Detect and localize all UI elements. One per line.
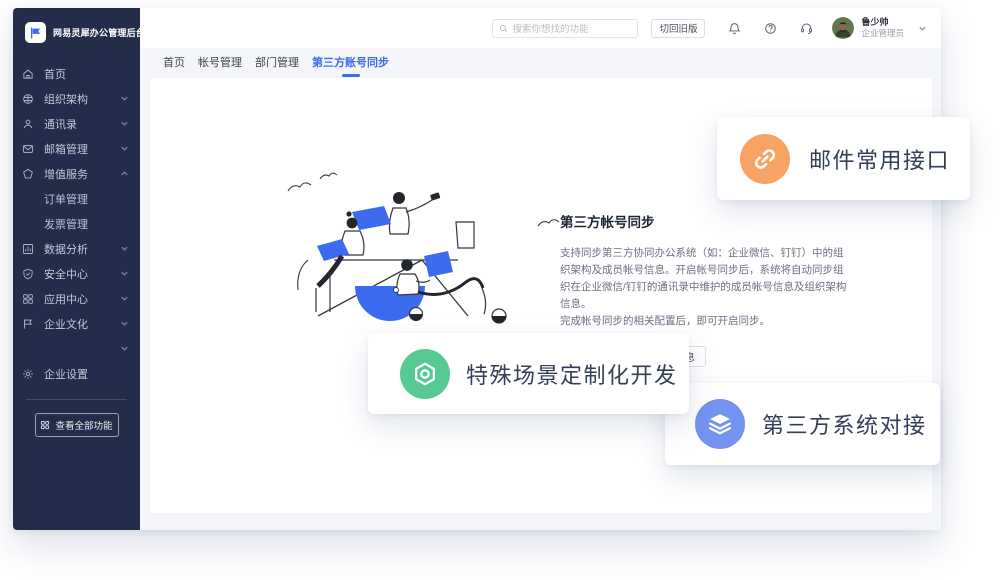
sidebar-item-12[interactable]: 企业设置 (13, 361, 140, 386)
panel-title: 第三方帐号同步 (560, 215, 655, 230)
view-all-features-button[interactable]: 查看全部功能 (34, 413, 119, 437)
feature-card-1[interactable]: 邮件常用接口 (717, 117, 970, 200)
feature-card-label: 邮件常用接口 (809, 147, 951, 173)
chevron-down-icon (120, 94, 129, 103)
culture-icon (22, 318, 34, 330)
sidebar-menu: 首页组织架构通讯录邮箱管理增值服务订单管理发票管理数据分析安全中心应用中心企业文… (13, 61, 140, 386)
sidebar-item-label: 企业设置 (44, 368, 88, 381)
contacts-icon (22, 118, 34, 130)
chevron-down-icon (120, 344, 129, 353)
sidebar-item-label: 首页 (44, 68, 66, 81)
sidebar-item-10[interactable]: 企业文化 (13, 311, 140, 336)
bell-icon[interactable] (728, 22, 741, 35)
tab-label: 部门管理 (255, 57, 299, 69)
shield-icon (22, 268, 34, 280)
brand-title: 网易灵犀办公管理后台 (53, 28, 146, 38)
sidebar-item-6[interactable]: 发票管理 (13, 211, 140, 236)
page: { "colors": { "sidebar_bg": "#232D49", "… (0, 0, 1000, 580)
brand-flag-icon (25, 22, 46, 43)
sidebar-item-label: 应用中心 (44, 293, 88, 306)
panel-description: 支持同步第三方协同办公系统（如：企业微信、钉钉）中的组织架构及成员帐号信息。开启… (560, 247, 847, 310)
sidebar-item-label: 邮箱管理 (44, 143, 88, 156)
gear-icon (22, 368, 34, 380)
sidebar-item-3[interactable]: 邮箱管理 (13, 136, 140, 161)
chevron-down-icon (120, 119, 129, 128)
chevron-down-icon (120, 144, 129, 153)
chevron-down-icon (120, 319, 129, 328)
sidebar-item-4[interactable]: 增值服务 (13, 161, 140, 186)
brand: 网易灵犀办公管理后台 (13, 8, 145, 43)
grid-icon (40, 420, 50, 430)
mail-icon (22, 143, 34, 155)
chevron-down-icon (120, 294, 129, 303)
feature-card-2[interactable]: 特殊场景定制化开发 (368, 333, 689, 414)
link-icon (740, 133, 790, 184)
sidebar: 网易灵犀办公管理后台 首页组织架构通讯录邮箱管理增值服务订单管理发票管理数据分析… (13, 8, 145, 530)
org-icon (22, 93, 34, 105)
user-role: 企业管理员 (861, 28, 904, 39)
search-placeholder: 搜索你想找的功能 (512, 24, 589, 35)
chevron-down-icon[interactable] (918, 24, 927, 33)
sidebar-item-8[interactable]: 安全中心 (13, 261, 140, 286)
sidebar-item-2[interactable]: 通讯录 (13, 111, 140, 136)
chart-icon (22, 243, 34, 255)
search-icon (499, 24, 508, 33)
layers-icon (695, 399, 745, 449)
user-meta[interactable]: 鲁少帅 企业管理员 (861, 17, 904, 39)
sidebar-item-label: 安全中心 (44, 268, 88, 281)
active-tab-underline (341, 74, 360, 77)
feature-card-3[interactable]: 第三方系统对接 (665, 383, 940, 465)
sidebar-item-0[interactable]: 首页 (13, 61, 140, 86)
panel-description-note: 完成帐号同步的相关配置后，即可开启同步。 (560, 315, 770, 327)
illustration-teamwork (287, 172, 560, 324)
chevron-up-icon (120, 169, 129, 178)
feature-card-label: 第三方系统对接 (762, 413, 927, 438)
help-icon[interactable] (764, 22, 777, 35)
tab-2[interactable]: 部门管理 (255, 49, 299, 77)
sidebar-item-label: 订单管理 (44, 193, 88, 206)
hexagon-nut-icon (400, 348, 450, 399)
sidebar-item-blank[interactable] (13, 336, 140, 361)
sidebar-item-5[interactable]: 订单管理 (13, 186, 140, 211)
home-icon (22, 68, 34, 80)
search-input[interactable]: 搜索你想找的功能 (492, 18, 639, 38)
user-name: 鲁少帅 (861, 17, 889, 28)
vas-icon (22, 168, 34, 180)
sidebar-item-label: 数据分析 (44, 243, 88, 256)
tab-0[interactable]: 首页 (163, 49, 185, 77)
headset-icon[interactable] (800, 22, 813, 35)
sidebar-item-label: 增值服务 (44, 168, 88, 181)
feature-card-label: 特殊场景定制化开发 (466, 362, 678, 388)
sidebar-item-9[interactable]: 应用中心 (13, 286, 140, 311)
apps-icon (22, 293, 34, 305)
tab-label: 第三方账号同步 (312, 57, 389, 69)
sidebar-item-label: 企业文化 (44, 318, 88, 331)
switch-old-version-button[interactable]: 切回旧版 (651, 18, 706, 38)
tab-3[interactable]: 第三方账号同步 (312, 49, 389, 77)
tab-1[interactable]: 帐号管理 (198, 49, 242, 77)
sidebar-item-label: 通讯录 (44, 118, 77, 131)
sidebar-divider (26, 399, 127, 400)
tabs: 首页 帐号管理 部门管理 第三方账号同步 (140, 48, 941, 78)
tab-label: 首页 (163, 57, 185, 69)
user-avatar[interactable] (832, 17, 855, 39)
sidebar-item-7[interactable]: 数据分析 (13, 236, 140, 261)
sidebar-item-label: 发票管理 (44, 218, 88, 231)
tab-label: 帐号管理 (198, 57, 242, 69)
chevron-down-icon (120, 269, 129, 278)
chevron-down-icon (120, 244, 129, 253)
sidebar-item-label: 组织架构 (44, 93, 88, 106)
sidebar-item-1[interactable]: 组织架构 (13, 86, 140, 111)
view-all-features-label: 查看全部功能 (55, 421, 113, 432)
topbar: 搜索你想找的功能 切回旧版 鲁少帅 企业管理员 (140, 8, 941, 48)
